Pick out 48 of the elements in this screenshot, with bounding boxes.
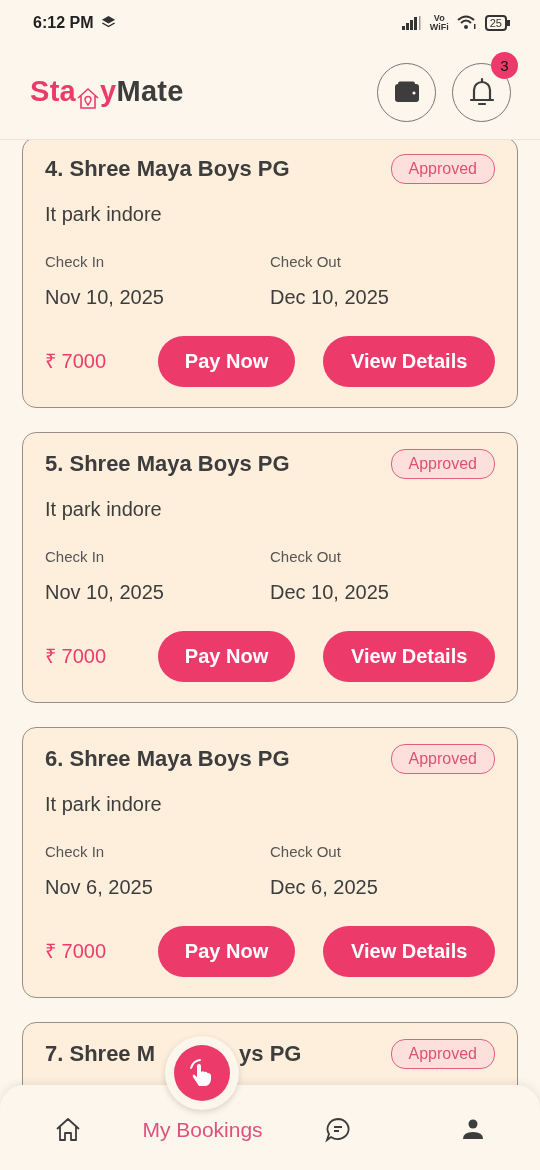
wifi-icon <box>456 15 477 30</box>
booking-title: 7. Shree M <box>45 1040 156 1068</box>
booking-title: 6. Shree Maya Boys PG <box>45 745 290 773</box>
pay-now-button[interactable]: Pay Now <box>157 925 296 977</box>
location-text: It park indore <box>45 497 163 522</box>
date-value: Dec 6, 2025 <box>270 874 379 900</box>
vowifi-label: Vo WiFi <box>429 13 449 32</box>
house-pin-icon <box>76 86 101 109</box>
battery-level: 25 <box>484 14 507 31</box>
date-label: Check In <box>45 842 106 862</box>
wallet-icon <box>393 81 420 103</box>
pay-now-button[interactable]: Pay Now <box>157 630 296 682</box>
layers-icon <box>101 15 117 30</box>
app-logo: Sta yMate <box>30 74 184 111</box>
location-text: It park indore <box>45 202 163 227</box>
notification-count: 3 <box>491 51 518 79</box>
battery-tip-icon <box>507 19 510 26</box>
bell-icon <box>468 77 495 107</box>
date-label: Check Out <box>270 547 342 567</box>
date-value: Nov 10, 2025 <box>45 579 165 605</box>
booking-title: 4. Shree Maya Boys PG <box>45 155 290 183</box>
date-label: Check Out <box>270 252 342 272</box>
chat-bubble-icon <box>324 1116 351 1143</box>
view-details-button[interactable]: View Details <box>323 925 495 977</box>
price-text: ₹ 7000 <box>45 939 108 964</box>
price-text: ₹ 7000 <box>45 644 108 669</box>
location-text: It park indore <box>45 792 163 817</box>
status-badge: Approved <box>390 448 495 479</box>
home-icon <box>54 1116 81 1143</box>
date-value: Nov 10, 2025 <box>45 284 165 310</box>
status-badge: Approved <box>390 153 495 184</box>
date-label: Check In <box>45 547 106 567</box>
nav-bookings-button[interactable]: My Bookings <box>135 1116 270 1143</box>
signal-icon <box>401 15 422 30</box>
booking-title: 5. Shree Maya Boys PG <box>45 450 290 478</box>
date-label: Check Out <box>270 842 342 862</box>
date-value: Dec 10, 2025 <box>270 579 390 605</box>
status-badge: Approved <box>390 1038 495 1069</box>
price-text: ₹ 7000 <box>45 349 108 374</box>
status-badge: Approved <box>390 743 495 774</box>
pay-now-button[interactable]: Pay Now <box>157 335 296 387</box>
date-value: Dec 10, 2025 <box>270 284 390 310</box>
view-details-button[interactable]: View Details <box>323 630 495 682</box>
date-value: Nov 6, 2025 <box>45 874 154 900</box>
date-label: Check In <box>45 252 106 272</box>
status-time: 6:12 PM <box>33 12 94 33</box>
booking-title: ys PG <box>239 1040 302 1068</box>
view-details-button[interactable]: View Details <box>323 335 495 387</box>
